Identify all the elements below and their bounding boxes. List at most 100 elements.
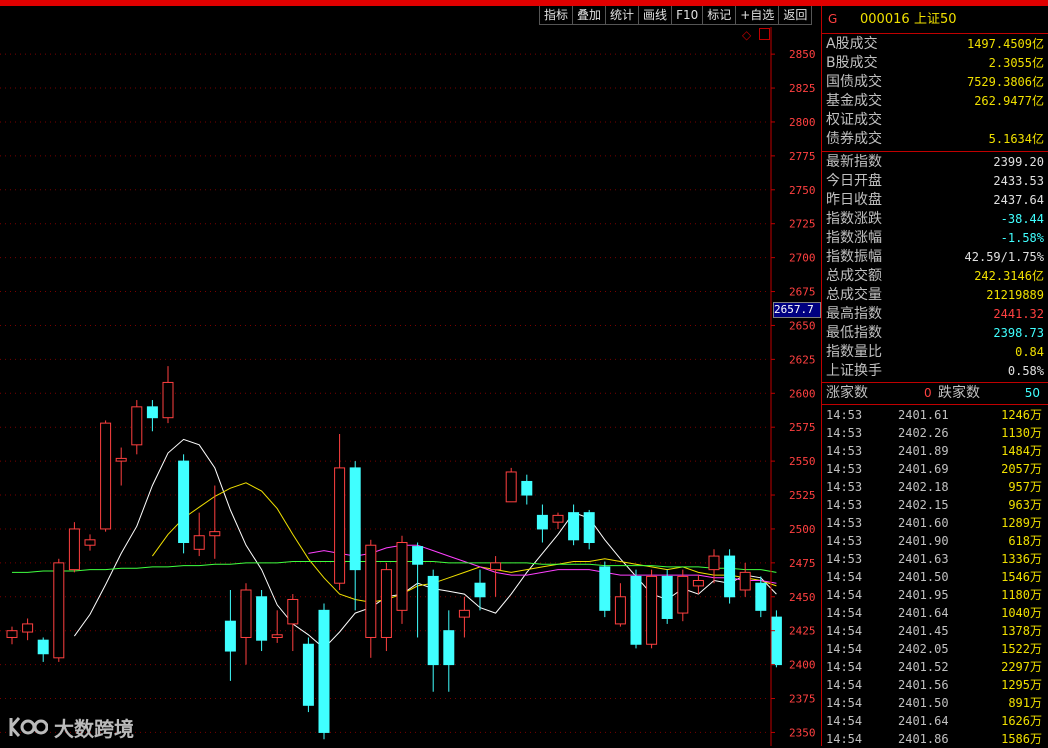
y-tick-label: 2775 <box>789 150 816 163</box>
candle <box>178 454 190 554</box>
statistics-button[interactable]: 统计 <box>605 6 640 25</box>
tick-time: 14:53 <box>826 444 863 458</box>
candle-body <box>365 544 377 638</box>
candle-body <box>677 575 689 614</box>
divider <box>822 404 1048 405</box>
turnover-value: 7529.3806亿 <box>966 75 1044 89</box>
indicator-button[interactable]: 指标 <box>539 6 574 25</box>
tick-volume: 1626万 <box>1001 714 1042 728</box>
candle <box>287 594 299 652</box>
tick-price: 2402.18 <box>898 480 949 494</box>
candle <box>583 509 595 550</box>
candle-body <box>630 575 642 645</box>
tick-row: 14:53 2401.60 1289万 <box>826 514 1044 532</box>
tick-time: 14:54 <box>826 570 863 584</box>
add-watchlist-button[interactable]: +自选 <box>735 6 780 25</box>
turnover-row: 债券成交 5.1634亿 <box>826 130 1044 149</box>
stat-row: 指数量比 0.84 <box>826 343 1044 362</box>
y-tick-label: 2625 <box>789 353 816 366</box>
y-tick-label: 2600 <box>789 387 816 400</box>
candle <box>412 542 424 638</box>
candle <box>661 569 673 624</box>
candle-body <box>209 531 221 537</box>
y-tick-label: 2450 <box>789 591 816 604</box>
turnover-row: A股成交 1497.4509亿 <box>826 35 1044 54</box>
tick-row: 14:54 2401.52 2297万 <box>826 658 1044 676</box>
tick-volume: 957万 <box>1008 480 1042 494</box>
candle-body <box>708 555 720 571</box>
candle-body <box>521 480 533 496</box>
tick-volume: 963万 <box>1008 498 1042 512</box>
candle-body <box>583 512 595 544</box>
stat-row: 指数振幅 42.59/1.75% <box>826 248 1044 267</box>
watermark-logo-icon <box>9 717 48 737</box>
turnover-value: 2.3055亿 <box>988 56 1044 70</box>
candle-body <box>68 528 80 571</box>
turnover-row: 国债成交 7529.3806亿 <box>826 73 1044 92</box>
candle <box>240 583 252 665</box>
y-tick-label: 2750 <box>789 184 816 197</box>
tick-row: 14:53 2401.61 1246万 <box>826 406 1044 424</box>
tick-price: 2401.64 <box>898 606 949 620</box>
moving-average-line <box>12 561 777 573</box>
candle <box>53 558 65 662</box>
stat-row: 总成交额 242.3146亿 <box>826 267 1044 286</box>
turnover-row: 基金成交 262.9477亿 <box>826 92 1044 111</box>
kline-chart-svg: 2350 2375 2400 2425 2450 2475 2500 2525 2550 2575… <box>0 27 816 746</box>
candle <box>365 539 377 658</box>
candle <box>271 610 283 643</box>
stat-label: 指数量比 <box>826 344 882 360</box>
tick-volume: 1246万 <box>1001 408 1042 422</box>
turnover-label: 国债成交 <box>826 74 882 90</box>
back-button[interactable]: 返回 <box>778 6 813 25</box>
candle-body <box>739 571 751 591</box>
turnover-label: B股成交 <box>826 55 878 71</box>
window-icon[interactable] <box>759 28 770 40</box>
candle <box>458 596 470 638</box>
stat-row: 上证换手 0.58% <box>826 362 1044 381</box>
y-tick-label: 2700 <box>789 252 816 265</box>
tick-volume: 1130万 <box>1001 426 1042 440</box>
candle-body <box>755 582 767 611</box>
candle <box>552 512 564 529</box>
candle-body <box>162 381 174 419</box>
candle-body <box>22 623 34 633</box>
candle-body <box>84 539 96 546</box>
candle-body <box>536 514 548 530</box>
tick-volume: 1336万 <box>1001 552 1042 566</box>
candle-body <box>100 422 112 530</box>
candle-body <box>131 406 143 446</box>
tick-row: 14:53 2402.26 1130万 <box>826 424 1044 442</box>
y-tick-label: 2800 <box>789 116 816 129</box>
stat-value: 2433.53 <box>993 174 1044 188</box>
turnover-label: 债券成交 <box>826 131 882 147</box>
diamond-icon[interactable]: ◇ <box>742 28 751 42</box>
draw-line-button[interactable]: 画线 <box>638 6 673 25</box>
candle <box>100 420 112 532</box>
chart-toolbar: 指标 叠加 统计 画线 F10 标记 +自选 返回 <box>539 6 813 26</box>
candle <box>131 400 143 455</box>
candle <box>334 433 346 590</box>
tick-volume: 1289万 <box>1001 516 1042 530</box>
tick-row: 14:53 2402.15 963万 <box>826 496 1044 514</box>
candle <box>302 637 314 713</box>
stat-label: 最低指数 <box>826 325 882 341</box>
candle-body <box>646 575 658 645</box>
y-tick-label: 2475 <box>789 557 816 570</box>
mark-button[interactable]: 标记 <box>702 6 737 25</box>
kline-chart[interactable]: 2350 2375 2400 2425 2450 2475 2500 2525 2550 2575… <box>0 27 821 746</box>
tick-price: 2401.63 <box>898 552 949 566</box>
turnover-label: A股成交 <box>826 36 878 52</box>
candle <box>256 589 268 652</box>
tick-volume: 2057万 <box>1001 462 1042 476</box>
candle-body <box>443 630 455 666</box>
candle <box>630 569 642 649</box>
up-count-label: 涨家数 <box>826 385 868 401</box>
y-tick-label: 2575 <box>789 421 816 434</box>
tick-volume: 1522万 <box>1001 642 1042 656</box>
tick-price: 2401.64 <box>898 714 949 728</box>
f10-button[interactable]: F10 <box>671 6 704 25</box>
overlay-button[interactable]: 叠加 <box>572 6 607 25</box>
y-tick-label: 2650 <box>789 319 816 332</box>
candle <box>162 366 174 424</box>
